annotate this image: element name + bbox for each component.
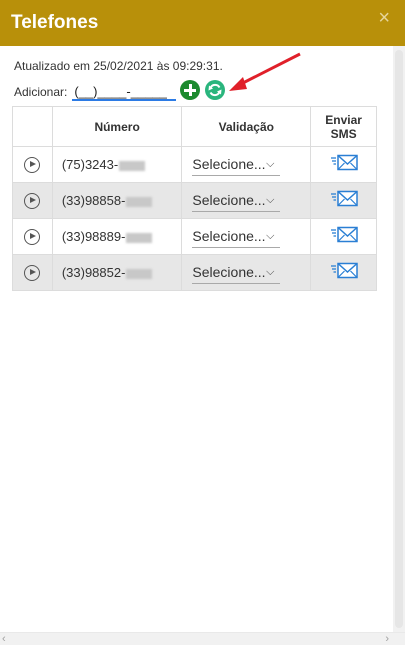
phone-number: (75)3243- (61, 157, 119, 172)
validation-select-value: Selecione... (192, 156, 266, 172)
phones-dialog: Telefones × Atualizado em 25/02/2021 às … (0, 0, 405, 645)
header-play (12, 106, 53, 147)
phone-number: (33)98852- (61, 265, 126, 280)
validation-select[interactable]: Selecione... ⌵ (192, 226, 281, 248)
dialog-content: Atualizado em 25/02/2021 às 09:29:31. Ad… (0, 46, 393, 632)
redacted-digits (126, 268, 153, 279)
phone-input[interactable] (72, 83, 177, 101)
scroll-left-icon[interactable]: ‹ (2, 633, 6, 645)
header-sms-line2: SMS (330, 126, 357, 141)
plus-circle-icon[interactable] (180, 80, 200, 100)
table-header-row: Número Validação Enviar SMS (12, 106, 377, 147)
table-row: (33)98858- Selecione... ⌵ (12, 182, 377, 219)
add-phone-row: Adicionar: (14, 83, 177, 101)
dialog-titlebar: Telefones × (0, 0, 405, 46)
envelope-icon[interactable] (330, 154, 358, 175)
redacted-digits (126, 196, 153, 207)
dialog-title: Telefones (11, 12, 99, 33)
validation-select[interactable]: Selecione... ⌵ (192, 154, 281, 176)
updated-timestamp: Atualizado em 25/02/2021 às 09:29:31. (14, 59, 223, 73)
table-row: (75)3243- Selecione... ⌵ (12, 146, 377, 183)
phone-number: (33)98858- (61, 193, 126, 208)
validation-select-value: Selecione... (192, 264, 266, 280)
chevron-down-icon: ⌵ (266, 193, 275, 206)
validation-select-value: Selecione... (192, 228, 266, 244)
envelope-icon[interactable] (330, 190, 358, 211)
redacted-digits (119, 160, 146, 171)
refresh-icon[interactable] (205, 80, 225, 100)
chevron-down-icon: ⌵ (266, 229, 275, 242)
header-validation[interactable]: Validação (181, 106, 312, 147)
table-row: (33)98852- Selecione... ⌵ (12, 254, 377, 291)
phones-table: Número Validação Enviar SMS (75)3243- Se… (12, 106, 377, 291)
validation-select[interactable]: Selecione... ⌵ (192, 190, 281, 212)
vertical-scrollbar-thumb[interactable] (395, 50, 403, 628)
annotation-arrow (229, 52, 301, 91)
phone-number: (33)98889- (61, 229, 126, 244)
horizontal-scrollbar[interactable]: ‹ › (0, 632, 405, 645)
play-circle-icon[interactable] (24, 156, 41, 173)
chevron-down-icon: ⌵ (266, 265, 275, 278)
play-circle-icon[interactable] (24, 264, 41, 281)
vertical-scrollbar[interactable] (393, 46, 405, 632)
header-send-sms: Enviar SMS (310, 106, 377, 147)
header-sms-line1: Enviar (325, 112, 362, 127)
validation-select-value: Selecione... (192, 192, 266, 208)
chevron-down-icon: ⌵ (266, 157, 275, 170)
envelope-icon[interactable] (330, 226, 358, 247)
table-row: (33)98889- Selecione... ⌵ (12, 218, 377, 255)
header-number[interactable]: Número (51, 106, 183, 147)
validation-select[interactable]: Selecione... ⌵ (192, 262, 281, 284)
redacted-digits (126, 232, 153, 243)
scroll-right-icon[interactable]: › (385, 633, 389, 645)
envelope-icon[interactable] (330, 262, 358, 283)
play-circle-icon[interactable] (24, 228, 41, 245)
add-label: Adicionar: (14, 85, 68, 99)
play-circle-icon[interactable] (24, 192, 41, 209)
close-icon[interactable]: × (378, 8, 390, 28)
